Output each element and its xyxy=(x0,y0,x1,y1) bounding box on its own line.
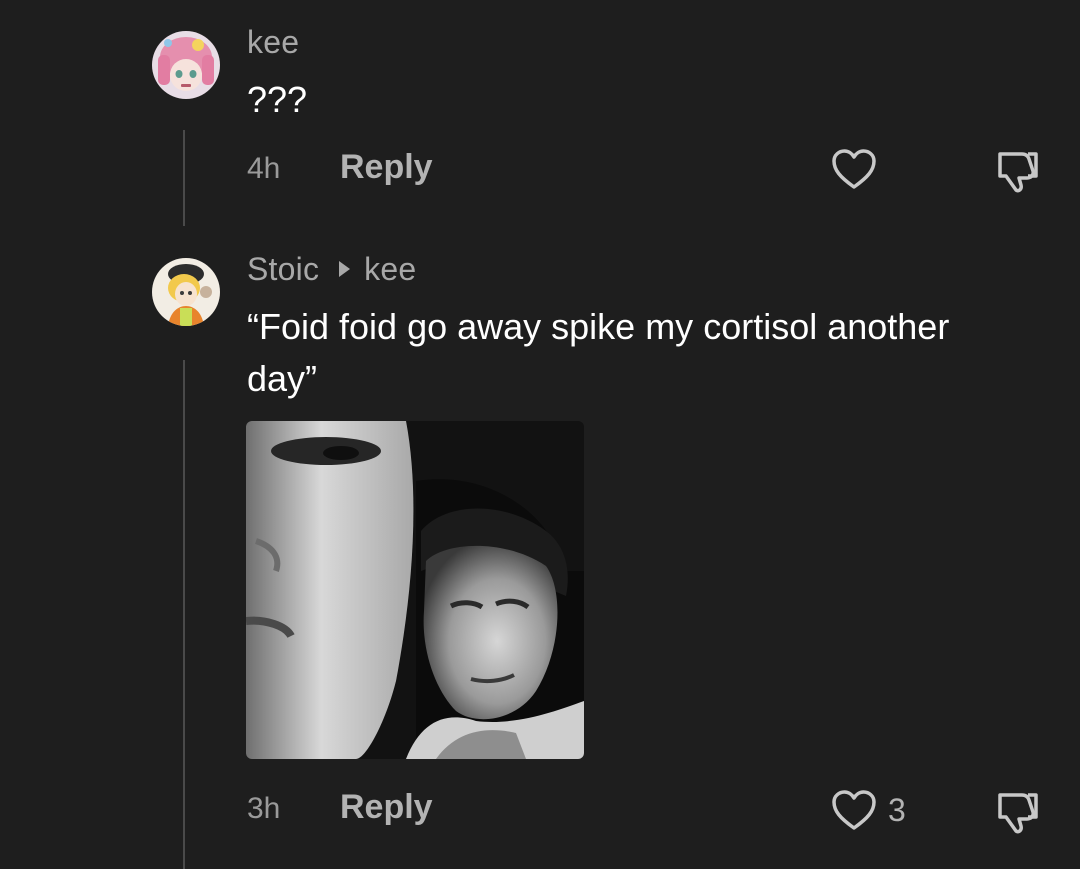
play-triangle-icon xyxy=(339,261,351,277)
like-button[interactable] xyxy=(830,788,878,837)
comment-text: “Foid foid go away spike my cortisol ano… xyxy=(247,306,950,399)
heart-outline-icon xyxy=(832,149,876,189)
comment-text: ??? xyxy=(247,79,308,120)
avatar-image xyxy=(152,258,220,326)
dislike-button[interactable] xyxy=(992,146,1042,201)
thread-line xyxy=(183,130,185,226)
comment-timestamp: 4h xyxy=(247,152,281,185)
thread-line xyxy=(183,360,185,869)
avatar-image xyxy=(152,31,220,99)
reply-to-username[interactable]: kee xyxy=(364,251,416,287)
comment-image[interactable] xyxy=(246,421,584,759)
heart-outline-icon xyxy=(832,790,876,830)
comment-username[interactable]: kee xyxy=(247,24,299,61)
reply-button[interactable]: Reply xyxy=(340,148,433,187)
thumbs-down-icon xyxy=(998,152,1038,193)
dislike-button[interactable] xyxy=(992,787,1042,842)
reply-button[interactable]: Reply xyxy=(340,788,433,827)
username-text[interactable]: Stoic xyxy=(247,251,319,287)
avatar[interactable] xyxy=(152,258,220,326)
like-button[interactable] xyxy=(830,147,878,196)
username-text[interactable]: kee xyxy=(247,24,299,60)
comment-photo xyxy=(246,421,584,759)
avatar[interactable] xyxy=(152,31,220,99)
thumbs-down-icon xyxy=(998,793,1038,834)
comments-thread: kee ??? 4h Reply Stoickee “Foid foid go xyxy=(0,0,1080,869)
comment-username: Stoic kee xyxy=(247,251,416,288)
comment-timestamp: 3h xyxy=(247,792,281,825)
like-count: 3 xyxy=(888,792,906,828)
